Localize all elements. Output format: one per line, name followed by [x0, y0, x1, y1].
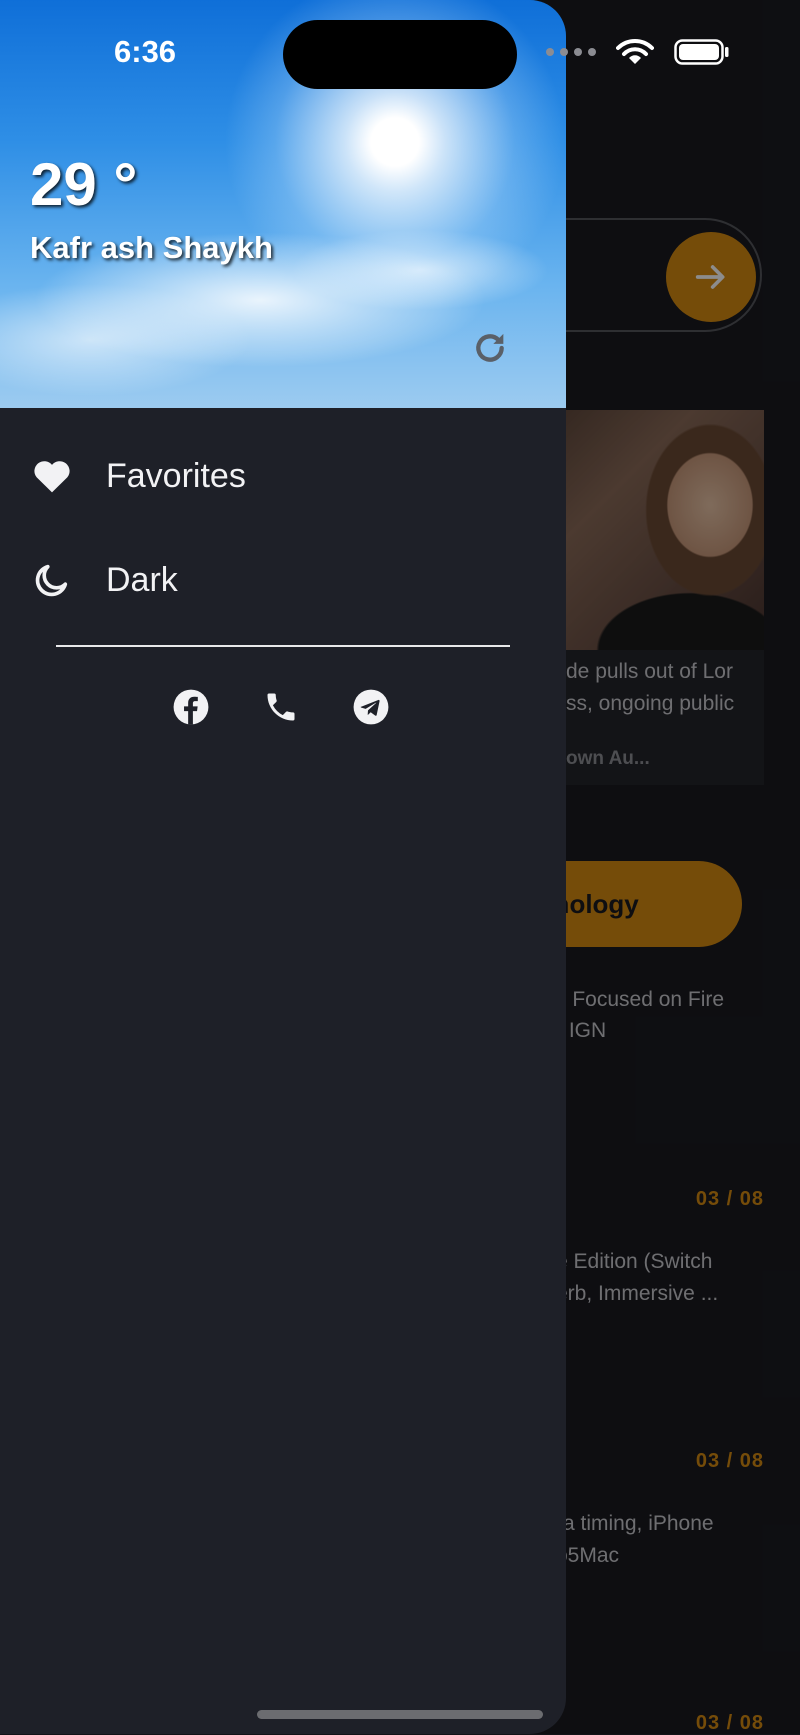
telegram-link[interactable] — [352, 688, 390, 726]
refresh-button[interactable] — [470, 328, 510, 368]
drawer-divider — [56, 645, 510, 647]
phone-icon — [267, 693, 295, 721]
menu-item-dark-mode[interactable]: Dark — [30, 550, 178, 610]
heart-icon — [30, 454, 74, 498]
navigation-drawer: 29 ° Kafr ash Shaykh Favorites Dark — [0, 0, 566, 1734]
social-links — [172, 688, 390, 726]
phone-link[interactable] — [262, 688, 300, 726]
battery-icon — [674, 39, 729, 65]
weather-city: Kafr ash Shaykh — [30, 230, 273, 265]
moon-icon — [30, 558, 74, 602]
weather-temperature: 29 ° — [30, 151, 138, 218]
telegram-icon — [353, 689, 389, 725]
status-time: 6:36 — [114, 34, 177, 69]
status-icons — [546, 38, 730, 66]
wifi-icon — [616, 38, 654, 64]
menu-item-label: Dark — [106, 560, 178, 599]
dynamic-island — [283, 20, 517, 89]
home-indicator[interactable] — [257, 1710, 543, 1719]
signal-icon — [546, 48, 596, 56]
facebook-link[interactable] — [172, 688, 210, 726]
menu-item-favorites[interactable]: Favorites — [30, 446, 246, 506]
facebook-icon — [173, 689, 209, 725]
menu-item-label: Favorites — [106, 456, 246, 495]
refresh-icon — [476, 333, 504, 362]
